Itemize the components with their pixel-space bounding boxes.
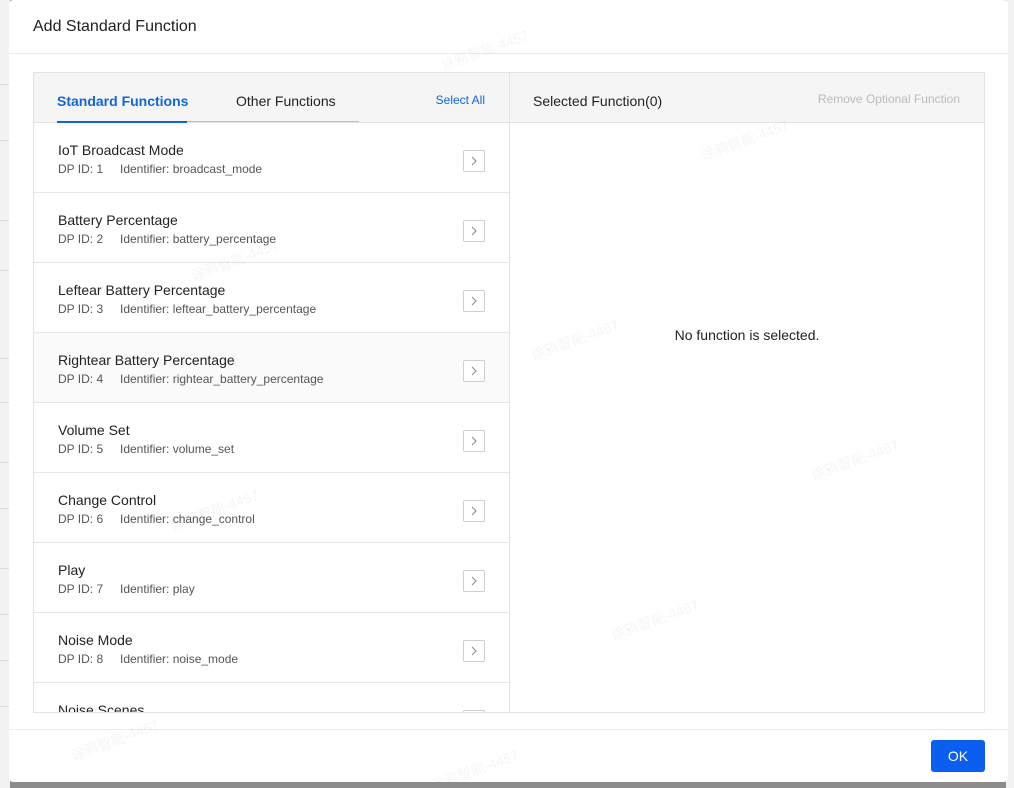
list-item[interactable]: Noise Mode DP ID: 8 Identifier: noise_mod… <box>34 613 509 683</box>
function-meta: DP ID: 1 Identifier: broadcast_mode <box>58 162 262 176</box>
tab-standard-functions[interactable]: Standard Functions <box>57 93 188 109</box>
select-all-link[interactable]: Select All <box>436 93 485 107</box>
function-meta: DP ID: 7 Identifier: play <box>58 582 195 596</box>
identifier: Identifier: change_control <box>120 512 255 526</box>
list-item[interactable]: Change Control DP ID: 6 Identifier: chang… <box>34 473 509 543</box>
dp-id: DP ID: 5 <box>58 442 104 456</box>
dp-id: DP ID: 1 <box>58 162 104 176</box>
list-item[interactable]: Noise Scenes <box>34 683 509 712</box>
dp-id: DP ID: 2 <box>58 232 104 246</box>
function-list: IoT Broadcast Mode DP ID: 1 Identifier: b… <box>34 123 509 712</box>
identifier: Identifier: broadcast_mode <box>120 162 263 176</box>
add-function-button[interactable] <box>463 640 485 662</box>
function-meta: DP ID: 8 Identifier: noise_mode <box>58 652 238 666</box>
add-function-button[interactable] <box>463 710 485 712</box>
function-name: Play <box>58 562 86 578</box>
add-function-button[interactable] <box>463 430 485 452</box>
chevron-right-icon <box>471 646 477 656</box>
function-name: Leftear Battery Percentage <box>58 282 226 298</box>
chevron-right-icon <box>471 366 477 376</box>
function-list-panel: Standard Functions Other Functions Selec… <box>34 73 510 712</box>
list-item[interactable]: Rightear Battery Percentage DP ID: 4 Iden… <box>34 333 509 403</box>
dialog-footer: OK <box>9 729 1008 782</box>
selected-function-panel: Selected Function(0) Remove Optional Fun… <box>510 73 984 712</box>
list-item[interactable]: Volume Set DP ID: 5 Identifier: volume_se… <box>34 403 509 473</box>
add-function-button[interactable] <box>463 360 485 382</box>
function-name: Rightear Battery Percentage <box>58 352 235 368</box>
add-function-button[interactable] <box>463 150 485 172</box>
list-item[interactable]: Play DP ID: 7 Identifier: play <box>34 543 509 613</box>
function-name: Battery Percentage <box>58 212 178 228</box>
selected-function-title: Selected Function(0) <box>533 93 663 109</box>
ok-button[interactable]: OK <box>931 740 985 772</box>
identifier: Identifier: play <box>120 582 195 596</box>
add-function-button[interactable] <box>463 500 485 522</box>
dialog-title: Add Standard Function <box>33 17 197 35</box>
identifier: Identifier: volume_set <box>120 442 235 456</box>
identifier: Identifier: leftear_battery_percentage <box>120 302 317 316</box>
chevron-right-icon <box>471 156 477 166</box>
function-meta: DP ID: 2 Identifier: battery_percentage <box>58 232 276 246</box>
tab-bar-underline <box>187 121 359 122</box>
function-name: Volume Set <box>58 422 130 438</box>
remove-optional-function-button[interactable]: Remove Optional Function <box>818 92 960 106</box>
function-meta: DP ID: 4 Identifier: rightear_battery_per… <box>58 372 323 386</box>
function-meta: DP ID: 6 Identifier: change_control <box>58 512 255 526</box>
function-name: Noise Scenes <box>58 702 145 712</box>
list-item[interactable]: IoT Broadcast Mode DP ID: 1 Identifier: b… <box>34 123 509 193</box>
add-function-button[interactable] <box>463 290 485 312</box>
dp-id: DP ID: 7 <box>58 582 104 596</box>
list-item[interactable]: Battery Percentage DP ID: 2 Identifier: b… <box>34 193 509 263</box>
add-function-button[interactable] <box>463 220 485 242</box>
function-tabs: Standard Functions Other Functions Selec… <box>34 73 509 123</box>
function-meta: DP ID: 5 Identifier: volume_set <box>58 442 234 456</box>
identifier: Identifier: battery_percentage <box>120 232 277 246</box>
function-name: Noise Mode <box>58 632 133 648</box>
dp-id: DP ID: 4 <box>58 372 104 386</box>
function-meta: DP ID: 3 Identifier: leftear_battery_perc… <box>58 302 316 316</box>
dp-id: DP ID: 6 <box>58 512 104 526</box>
chevron-right-icon <box>471 296 477 306</box>
selected-function-body: No function is selected. <box>510 123 984 712</box>
chevron-right-icon <box>471 226 477 236</box>
identifier: Identifier: rightear_battery_percentage <box>120 372 324 386</box>
chevron-right-icon <box>471 436 477 446</box>
dp-id: DP ID: 3 <box>58 302 104 316</box>
list-item[interactable]: Leftear Battery Percentage DP ID: 3 Ident… <box>34 263 509 333</box>
function-name: Change Control <box>58 492 157 508</box>
function-picker-panel: Standard Functions Other Functions Selec… <box>33 72 985 713</box>
identifier: Identifier: noise_mode <box>120 652 239 666</box>
add-function-button[interactable] <box>463 570 485 592</box>
add-standard-function-dialog: Add Standard Function Standard Functions… <box>9 0 1008 782</box>
dialog-header: Add Standard Function <box>9 0 1008 54</box>
chevron-right-icon <box>471 506 477 516</box>
empty-state-message: No function is selected. <box>674 327 820 343</box>
function-name: IoT Broadcast Mode <box>58 142 184 158</box>
tab-other-functions[interactable]: Other Functions <box>236 93 336 109</box>
dp-id: DP ID: 8 <box>58 652 104 666</box>
chevron-right-icon <box>471 576 477 586</box>
selected-function-header: Selected Function(0) Remove Optional Fun… <box>510 73 984 123</box>
